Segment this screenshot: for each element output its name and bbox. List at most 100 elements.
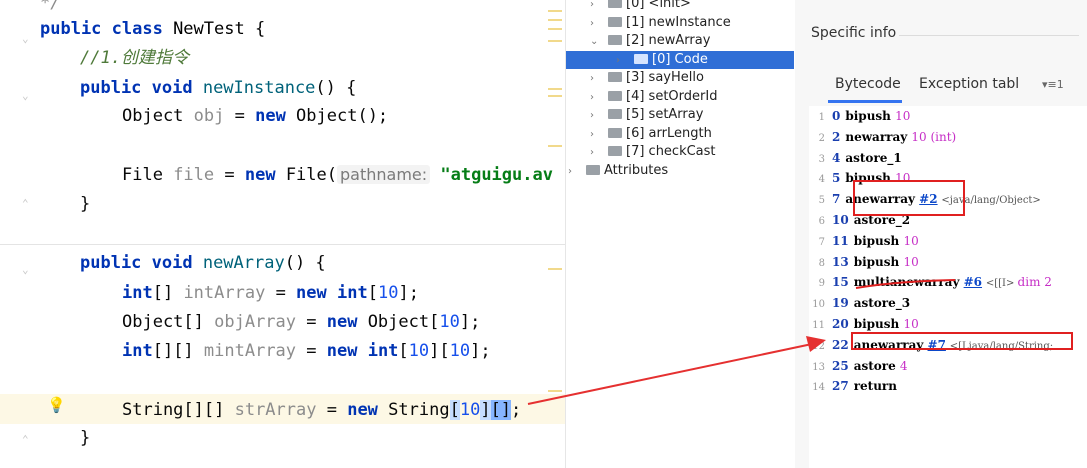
folder-icon bbox=[608, 146, 622, 156]
chevron-right-icon[interactable]: › bbox=[590, 107, 602, 125]
opcode: multianewarray bbox=[853, 275, 964, 290]
chevron-right-icon[interactable]: › bbox=[590, 89, 602, 107]
bytecode-row[interactable]: 9 15 multianewarray #6 <[[I> dim 2 bbox=[809, 272, 1087, 293]
bytecode-row[interactable]: 10 19 astore_3 bbox=[809, 293, 1087, 314]
line-number: 11 bbox=[812, 320, 825, 331]
code-editor[interactable]: ⌄ ⌄ ⌃ ⌄ ⌃ 💡 */ public class NewTest { //… bbox=[0, 0, 565, 468]
chevron-right-icon[interactable]: › bbox=[590, 144, 602, 162]
fold-icon[interactable]: ⌄ bbox=[22, 33, 34, 45]
panel-title: Specific info bbox=[811, 25, 897, 41]
scroll-mark bbox=[548, 95, 562, 97]
constant-pool-ref[interactable]: #6 bbox=[964, 275, 982, 289]
chevron-right-icon[interactable]: › bbox=[616, 52, 628, 70]
tree-item[interactable]: › [3] sayHello bbox=[590, 69, 704, 87]
tree-item[interactable]: › [4] setOrderId bbox=[590, 88, 717, 106]
annotation-box bbox=[853, 180, 965, 216]
opcode: bipush bbox=[853, 233, 904, 248]
chevron-down-icon[interactable]: ⌄ bbox=[590, 33, 602, 51]
tree-item-label: [1] newInstance bbox=[626, 14, 731, 30]
tree-item-label: [0] <init> bbox=[626, 0, 691, 11]
folder-icon bbox=[608, 35, 622, 45]
line-number: 2 bbox=[818, 132, 825, 144]
scroll-mark bbox=[548, 268, 562, 270]
code-line: File file = new File(pathname: "atguigu.… bbox=[122, 165, 553, 185]
folder-icon bbox=[608, 109, 622, 119]
tree-item[interactable]: › [0] Code bbox=[566, 50, 794, 70]
tree-item-label: [7] checkCast bbox=[626, 144, 716, 159]
lightbulb-icon[interactable]: 💡 bbox=[47, 396, 66, 414]
scroll-mark bbox=[548, 390, 562, 392]
bytecode-row[interactable]: 1 0 bipush 10 bbox=[809, 106, 1087, 127]
tab-exception-table[interactable]: Exception tabl bbox=[919, 76, 1019, 92]
tree-item-label: [5] setArray bbox=[626, 107, 704, 122]
bytecode-offset: 15 bbox=[832, 275, 849, 290]
code-comment: //1.创建指令 bbox=[80, 48, 189, 68]
method-declaration: public void newInstance() { bbox=[80, 78, 357, 98]
tree-item-label: Attributes bbox=[604, 162, 669, 178]
line-number: 14 bbox=[812, 382, 825, 394]
title-divider bbox=[899, 35, 1079, 36]
tree-item[interactable]: › [5] setArray bbox=[590, 106, 703, 124]
code-line-current[interactable]: String[][] strArray = new String[10][]; bbox=[122, 395, 521, 425]
fold-icon[interactable]: ⌄ bbox=[22, 90, 34, 102]
more-tabs-icon[interactable]: ▾≡1 bbox=[1042, 78, 1064, 91]
bytecode-offset: 0 bbox=[832, 109, 841, 123]
tree-item[interactable]: › [6] arrLength bbox=[590, 125, 712, 143]
operand: 10 bbox=[903, 233, 919, 248]
code-line: int[] intArray = new int[10]; bbox=[122, 283, 419, 303]
class-structure-tree[interactable]: › [0] <init> › [1] newInstance ⌄ [2] newArray… bbox=[565, 0, 796, 468]
scroll-mark bbox=[548, 40, 562, 42]
chevron-right-icon[interactable]: › bbox=[590, 126, 602, 144]
operand: 10 bbox=[903, 317, 919, 331]
annotation-box bbox=[851, 332, 1073, 350]
chevron-right-icon[interactable]: › bbox=[590, 0, 602, 14]
scroll-mark bbox=[548, 88, 562, 90]
tree-item[interactable]: › [0] <init> bbox=[590, 0, 691, 13]
bytecode-row[interactable]: 7 11 bipush 10 bbox=[809, 231, 1087, 252]
folder-icon bbox=[608, 90, 622, 101]
folder-icon bbox=[586, 164, 600, 175]
opcode: bipush bbox=[845, 109, 896, 123]
opcode: astore_3 bbox=[853, 296, 911, 311]
bytecode-row[interactable]: 14 27 return bbox=[809, 376, 1087, 397]
bytecode-row[interactable]: 3 4 astore_1 bbox=[809, 148, 1087, 169]
folder-icon bbox=[634, 53, 648, 64]
bytecode-offset: 11 bbox=[832, 233, 849, 248]
bytecode-offset: 27 bbox=[832, 379, 849, 394]
line-number: 7 bbox=[818, 236, 825, 248]
fold-icon[interactable]: ⌄ bbox=[22, 264, 34, 276]
line-number: 4 bbox=[818, 174, 825, 186]
parameter-hint: pathname: bbox=[337, 165, 431, 184]
tree-item[interactable]: ⌄ [2] newArray bbox=[590, 32, 710, 50]
operand: 4 bbox=[899, 358, 908, 373]
tab-bytecode[interactable]: Bytecode bbox=[835, 76, 901, 92]
code-line: public class NewTest { bbox=[40, 19, 266, 39]
tree-item[interactable]: › [7] checkCast bbox=[590, 143, 716, 161]
fold-icon[interactable]: ⌃ bbox=[22, 198, 34, 210]
tree-item-label: [0] Code bbox=[652, 51, 708, 67]
bytecode-row[interactable]: 8 13 bipush 10 bbox=[809, 252, 1087, 273]
line-number: 8 bbox=[818, 257, 825, 269]
chevron-right-icon[interactable]: › bbox=[568, 163, 580, 181]
bytecode-offset: 22 bbox=[832, 337, 849, 352]
folder-icon bbox=[608, 0, 622, 8]
folder-icon bbox=[608, 72, 622, 82]
line-number: 12 bbox=[812, 340, 825, 352]
tree-item[interactable]: › [1] newInstance bbox=[590, 14, 731, 32]
chevron-right-icon[interactable]: › bbox=[590, 15, 602, 33]
chevron-right-icon[interactable]: › bbox=[590, 70, 602, 88]
operand: 10 (int) bbox=[911, 129, 957, 144]
bytecode-offset: 20 bbox=[832, 317, 849, 331]
bytecode-offset: 19 bbox=[832, 296, 849, 311]
line-number: 1 bbox=[818, 112, 825, 123]
bytecode-offset: 10 bbox=[832, 213, 849, 227]
bytecode-list[interactable]: 1 0 bipush 10 2 2 newarray 10 (int) 3 4 astore_1… bbox=[809, 106, 1087, 468]
line-number: 13 bbox=[812, 361, 825, 373]
code-line: Object obj = new Object(); bbox=[122, 106, 389, 126]
fold-icon[interactable]: ⌃ bbox=[22, 434, 34, 446]
code-line: } bbox=[80, 194, 91, 214]
bytecode-row[interactable]: 13 25 astore 4 bbox=[809, 356, 1087, 377]
code-line: Object[] objArray = new Object[10]; bbox=[122, 312, 481, 332]
tree-item[interactable]: › Attributes bbox=[568, 162, 668, 180]
bytecode-row[interactable]: 2 2 newarray 10 (int) bbox=[809, 127, 1087, 148]
